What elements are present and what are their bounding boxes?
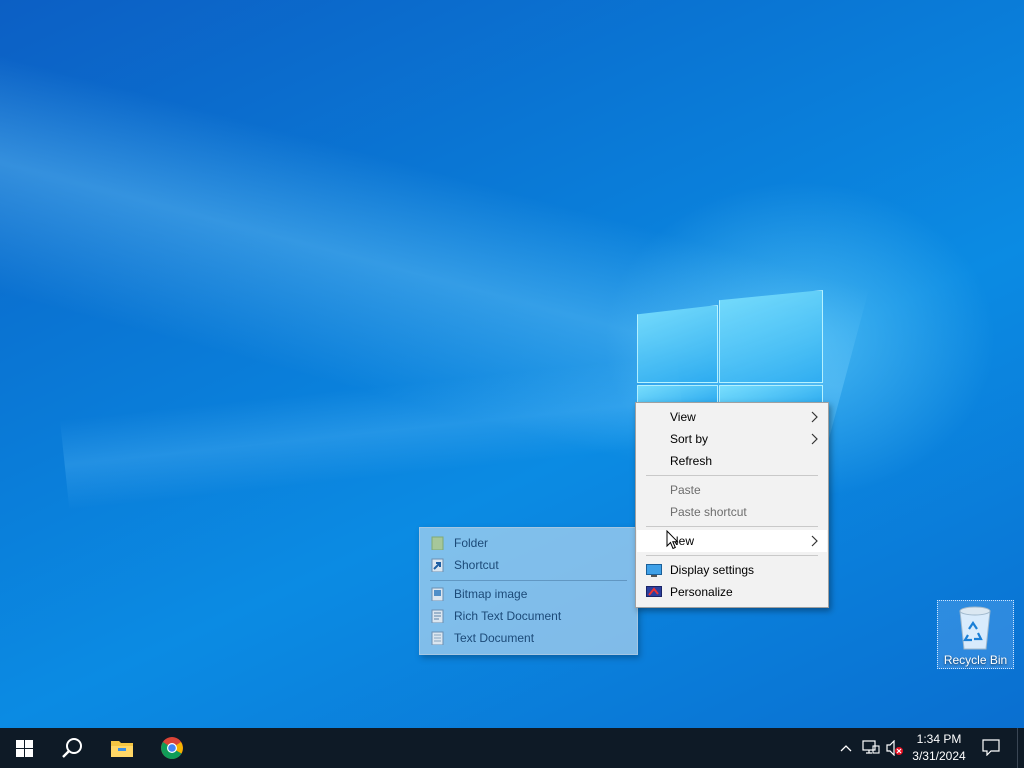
search-button[interactable] — [48, 728, 96, 768]
menu-item-label: Sort by — [670, 432, 709, 446]
menu-item-label: Paste — [670, 483, 701, 497]
clock-time[interactable]: 1:34 PM — [908, 732, 970, 746]
start-button[interactable] — [0, 728, 48, 768]
chevron-right-icon — [811, 433, 818, 445]
windows-start-icon — [15, 739, 33, 757]
shortcut-icon — [431, 558, 444, 572]
submenu-item-label: Rich Text Document — [454, 609, 562, 623]
text-document-icon — [431, 631, 444, 645]
recycle-bin-icon — [959, 606, 991, 650]
chevron-right-icon — [811, 411, 818, 423]
folder-icon — [431, 536, 444, 550]
show-desktop-button[interactable] — [1017, 728, 1024, 768]
menu-separator — [646, 475, 818, 476]
chrome-icon — [161, 737, 183, 759]
submenu-item-rich-text-document[interactable]: Rich Text Document — [421, 605, 636, 627]
menu-item-label: Personalize — [670, 585, 733, 599]
menu-item-refresh[interactable]: Refresh — [637, 450, 827, 472]
submenu-item-folder[interactable]: Folder — [421, 532, 636, 554]
submenu-item-label: Folder — [454, 536, 489, 550]
display-icon — [646, 564, 662, 577]
new-submenu: Folder Shortcut Bitmap image Rich Text D… — [419, 527, 638, 655]
menu-item-paste[interactable]: Paste — [637, 479, 827, 501]
rich-text-icon — [431, 609, 444, 623]
recycle-bin-label: Recycle Bin — [943, 653, 1008, 667]
submenu-item-label: Bitmap image — [454, 587, 528, 601]
submenu-item-bitmap-image[interactable]: Bitmap image — [421, 583, 636, 605]
menu-separator — [646, 555, 818, 556]
desktop-context-menu: View Sort by Refresh Paste Paste shortcu… — [635, 402, 829, 608]
menu-separator — [646, 526, 818, 527]
clock-date[interactable]: 3/31/2024 — [908, 749, 970, 763]
taskbar: 1:34 PM 3/31/2024 — [0, 728, 1024, 768]
menu-item-label: View — [670, 410, 696, 424]
search-icon — [62, 738, 82, 758]
wallpaper-logo-pane — [637, 305, 718, 383]
personalize-icon — [646, 586, 662, 597]
recycle-bin-desktop-icon[interactable]: Recycle Bin — [937, 600, 1014, 669]
volume-muted-icon[interactable] — [886, 740, 904, 756]
submenu-item-label: Text Document — [454, 631, 535, 645]
mouse-cursor-icon — [666, 530, 679, 550]
menu-item-display-settings[interactable]: Display settings — [637, 559, 827, 581]
menu-item-label: Paste shortcut — [670, 505, 747, 519]
menu-item-label: Refresh — [670, 454, 713, 468]
chevron-right-icon — [811, 535, 818, 547]
chevron-up-icon[interactable] — [840, 743, 852, 753]
notification-icon[interactable] — [982, 739, 1000, 756]
submenu-item-text-document[interactable]: Text Document — [421, 627, 636, 649]
menu-item-paste-shortcut[interactable]: Paste shortcut — [637, 501, 827, 523]
menu-item-label: Display settings — [670, 563, 755, 577]
network-icon[interactable] — [862, 740, 880, 756]
menu-item-view[interactable]: View — [637, 406, 827, 428]
menu-item-sort-by[interactable]: Sort by — [637, 428, 827, 450]
file-explorer-button[interactable] — [98, 728, 146, 768]
submenu-item-shortcut[interactable]: Shortcut — [421, 554, 636, 576]
wallpaper-logo-pane — [719, 290, 823, 383]
chrome-button[interactable] — [148, 728, 196, 768]
menu-item-personalize[interactable]: Personalize — [637, 581, 827, 603]
submenu-item-label: Shortcut — [454, 558, 499, 572]
submenu-separator — [430, 580, 627, 581]
file-explorer-icon — [111, 741, 133, 757]
bitmap-icon — [431, 587, 444, 601]
